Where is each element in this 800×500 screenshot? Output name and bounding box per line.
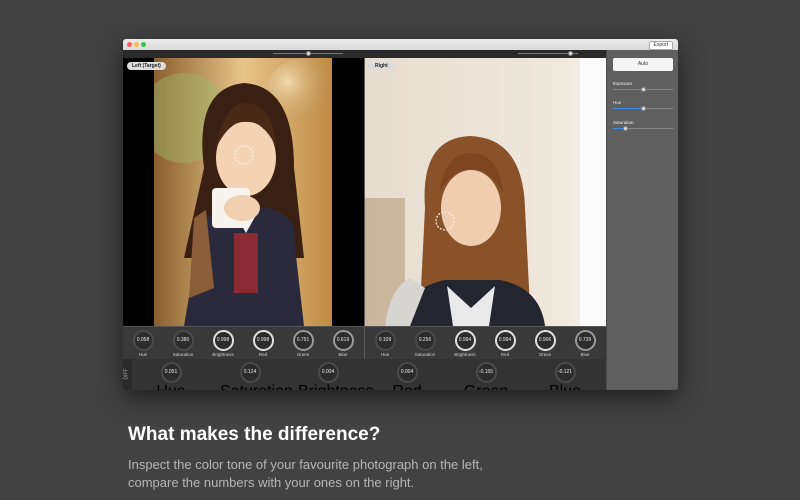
stat-value-ring: 0.619 <box>332 330 354 351</box>
stat-value-ring: 0.994 <box>454 330 476 351</box>
stat-value-ring: 0.109 <box>374 330 396 351</box>
stat-label: Brightness <box>212 352 234 357</box>
stat-label: Blue <box>580 352 590 357</box>
left-zoom-slider[interactable] <box>273 51 343 56</box>
slider-knob[interactable] <box>622 126 628 131</box>
comparison-photo <box>365 58 606 326</box>
stat-saturation: 0.256 Saturation <box>405 330 445 357</box>
right-pane-label: Right <box>368 62 395 70</box>
stat-label: Brightness <box>454 352 476 357</box>
diff-value-ring: 0.004 <box>396 362 418 383</box>
stat-label: Red <box>500 352 510 357</box>
marketing-headline: What makes the difference? <box>128 424 381 445</box>
stat-value-ring: 0.998 <box>252 330 274 351</box>
diff-value-ring: 0.051 <box>160 362 182 383</box>
stat-label: Hue <box>138 352 148 357</box>
marketing-body: Inspect the color tone of your favourite… <box>128 456 483 492</box>
left-target-pane[interactable]: Left (Target) <box>123 58 364 326</box>
right-zoom-slider-knob[interactable] <box>568 51 574 56</box>
stat-label: Saturation <box>172 352 194 357</box>
slider-exposure[interactable] <box>613 87 673 92</box>
adjustment-sidebar: Auto Exposure Hue Saturation <box>606 50 678 390</box>
stat-value-ring: 0.739 <box>574 330 596 351</box>
slider-saturation[interactable] <box>613 126 673 131</box>
right-comparison-pane[interactable]: Right <box>365 58 606 326</box>
diff-value-ring: -0.155 <box>475 362 497 383</box>
auto-button[interactable]: Auto <box>613 58 673 71</box>
stat-green: 0.906 Green <box>525 330 565 357</box>
stat-hue: 0.058 Hue <box>123 330 163 357</box>
diff-value-ring: 0.004 <box>317 362 339 383</box>
stat-label: Green <box>538 352 552 357</box>
slider-fill <box>613 89 643 90</box>
marketing-body-line-1: Inspect the color tone of your favourite… <box>128 457 483 472</box>
stat-label: Hue <box>380 352 390 357</box>
stat-blue: 0.739 Blue <box>565 330 605 357</box>
diff-value-ring: 0.124 <box>239 362 261 383</box>
app-window: Export Left (Target) Right 0.058 Hue 0.3… <box>123 39 678 390</box>
diff-stat-label: Saturation <box>220 383 293 390</box>
diff-stat-label: Brightness <box>298 383 374 390</box>
left-zoom-slider-knob[interactable] <box>305 51 311 56</box>
stat-hue: 0.109 Hue <box>365 330 405 357</box>
stat-value-ring: 0.256 <box>414 330 436 351</box>
stat-label: Green <box>296 352 310 357</box>
stat-label: Red <box>258 352 268 357</box>
slider-hue[interactable] <box>613 106 673 111</box>
diff-stat-label: Hue <box>141 383 201 390</box>
close-window-button[interactable] <box>127 42 132 47</box>
stat-blue: 0.619 Blue <box>323 330 363 357</box>
stat-label: Saturation <box>414 352 436 357</box>
zoom-window-button[interactable] <box>141 42 146 47</box>
stat-value-ring: 0.994 <box>494 330 516 351</box>
diff-tag-label: DIFF <box>123 368 130 380</box>
right-zoom-slider[interactable] <box>518 51 578 56</box>
stat-red: 0.998 Red <box>243 330 283 357</box>
target-photo <box>154 58 332 326</box>
diff-stat-blue: -0.121Blue <box>535 362 595 390</box>
stat-saturation: 0.380 Saturation <box>163 330 203 357</box>
stat-brightness: 0.998 Brightness <box>203 330 243 357</box>
stat-brightness: 0.994 Brightness <box>445 330 485 357</box>
diff-value-ring: -0.121 <box>554 362 576 383</box>
stat-value-ring: 0.380 <box>172 330 194 351</box>
stat-green: 0.751 Green <box>283 330 323 357</box>
diff-stat-hue: 0.051Hue <box>141 362 201 390</box>
minimize-window-button[interactable] <box>134 42 139 47</box>
diff-stat-red: 0.004Red <box>377 362 437 390</box>
stat-value-ring: 0.751 <box>292 330 314 351</box>
slider-label-exposure: Exposure <box>613 81 633 86</box>
diff-stat-label: Blue <box>535 383 595 390</box>
diff-stat-saturation: 0.124Saturation <box>220 362 293 390</box>
right-color-stats: 0.109 Hue 0.256 Saturation 0.994 Brightness 0.… <box>365 326 606 359</box>
left-pane-label: Left (Target) <box>127 62 166 70</box>
diff-stat-label: Red <box>377 383 437 390</box>
export-button[interactable]: Export <box>648 41 673 50</box>
diff-stat-green: -0.155Green <box>456 362 516 390</box>
diff-stat-label: Green <box>456 383 516 390</box>
slider-label-hue: Hue <box>613 100 622 105</box>
diff-stat-brightness: 0.004Brightness <box>298 362 374 390</box>
stat-label: Blue <box>338 352 348 357</box>
slider-knob[interactable] <box>640 87 646 92</box>
zoom-bar <box>123 50 606 58</box>
stat-value-ring: 0.058 <box>132 330 154 351</box>
diff-stats-row: DIFF 0.051Hue0.124Saturation0.004Brightn… <box>123 359 606 390</box>
stat-red: 0.994 Red <box>485 330 525 357</box>
stat-value-ring: 0.906 <box>534 330 556 351</box>
left-color-stats: 0.058 Hue 0.380 Saturation 0.998 Brightness 0.… <box>123 326 364 359</box>
slider-fill <box>613 108 643 109</box>
diff-tag: DIFF <box>123 359 132 390</box>
marketing-body-line-2: compare the numbers with your ones on th… <box>128 475 415 490</box>
slider-knob[interactable] <box>640 106 646 111</box>
slider-label-saturation: Saturation <box>613 120 634 125</box>
stat-value-ring: 0.998 <box>212 330 234 351</box>
